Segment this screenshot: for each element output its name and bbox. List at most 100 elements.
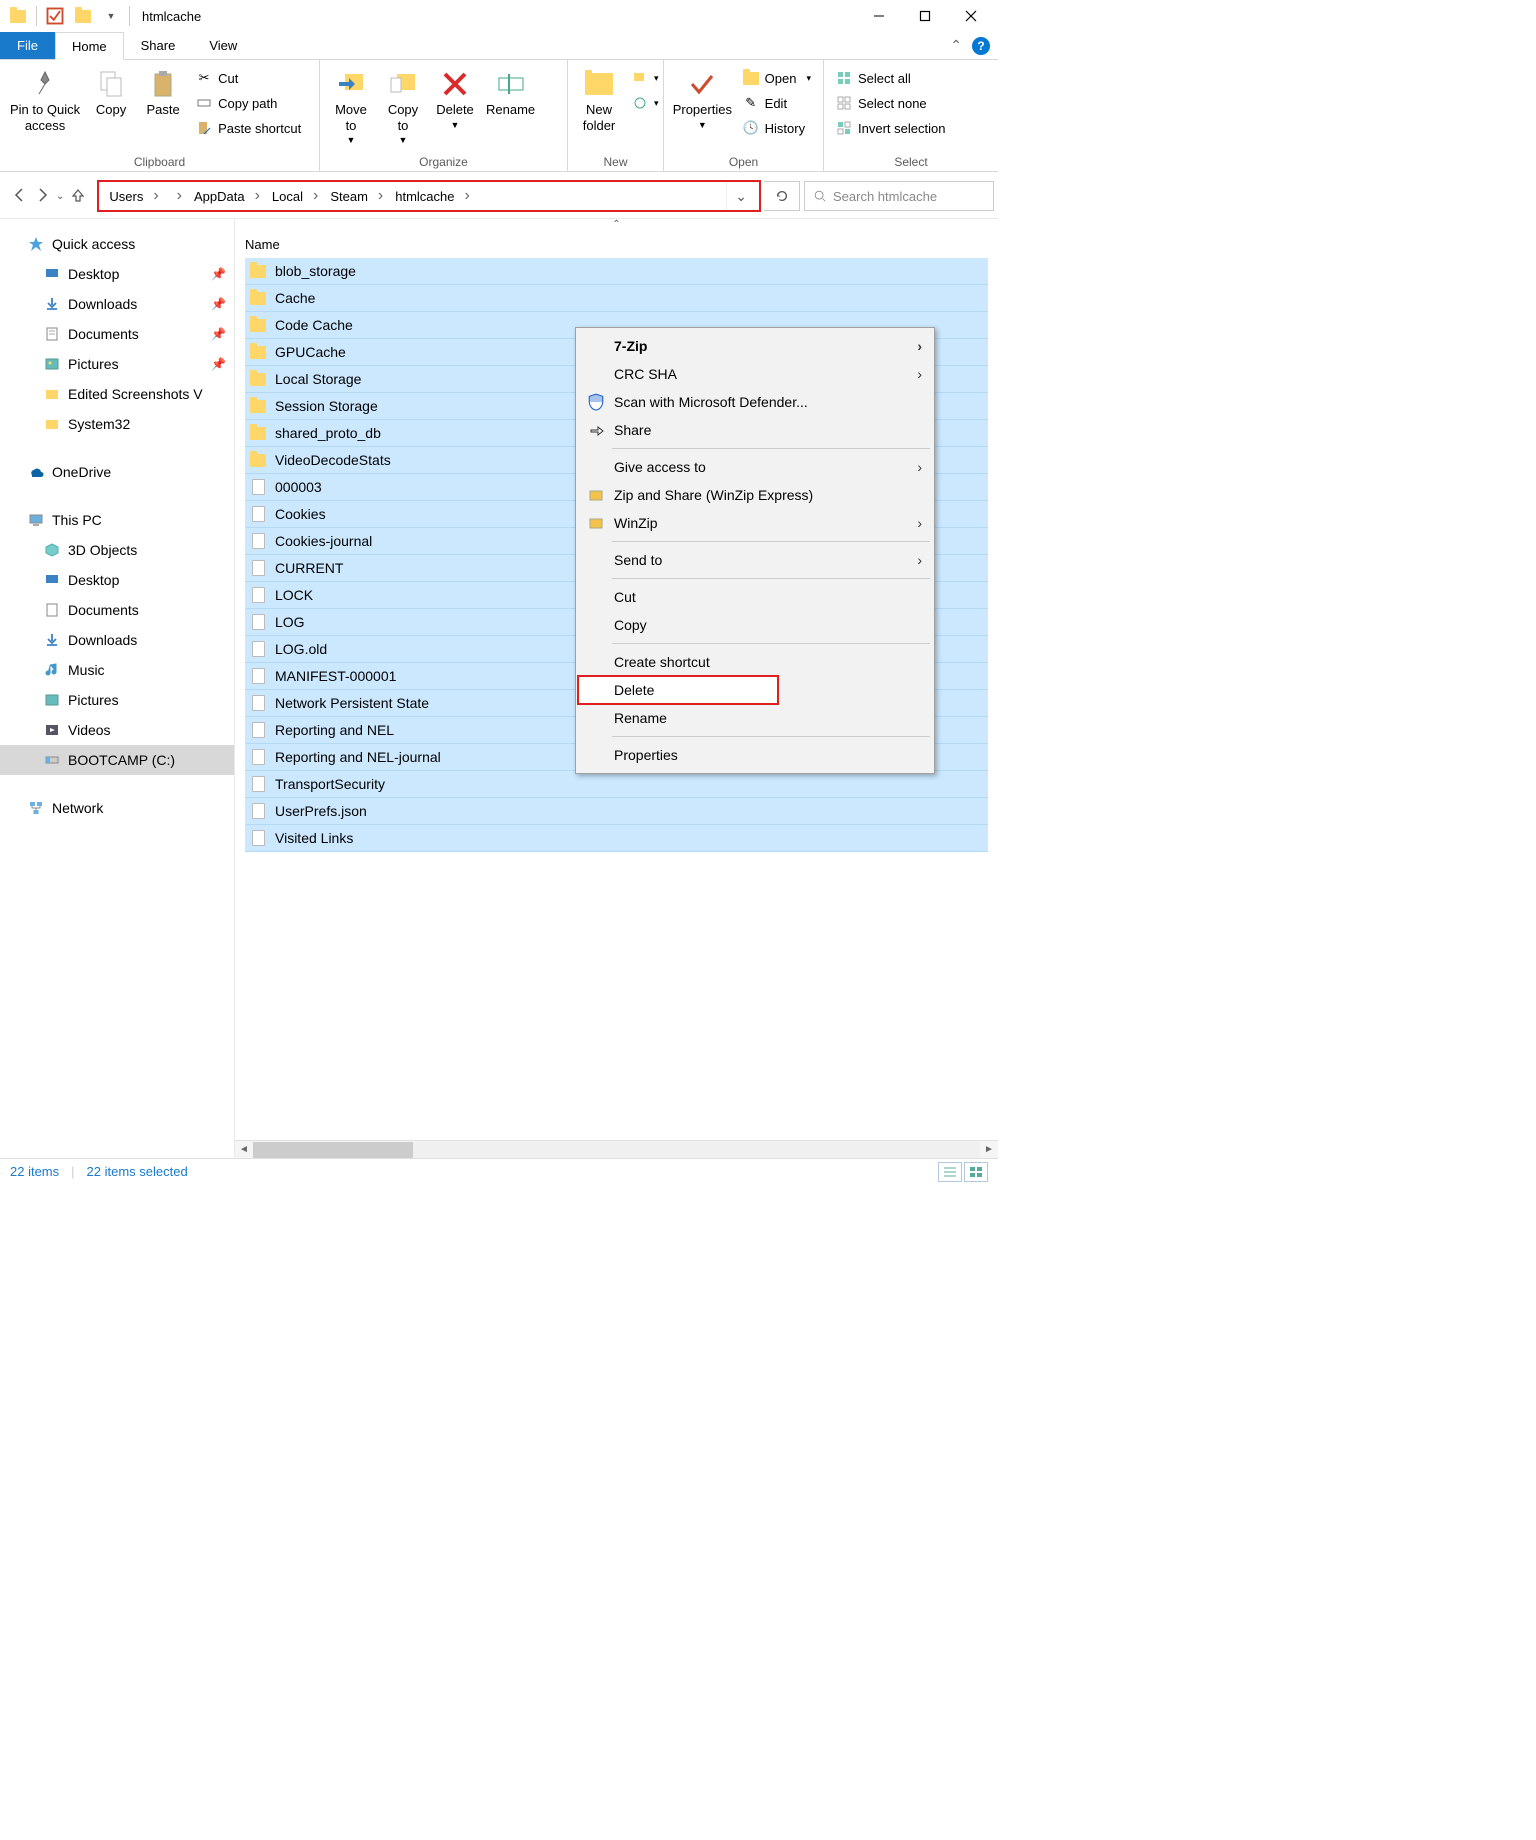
help-icon[interactable]: ?	[972, 37, 990, 55]
cm-zip-share[interactable]: Zip and Share (WinZip Express)	[578, 481, 932, 509]
cm-cut[interactable]: Cut	[578, 583, 932, 611]
cm-defender[interactable]: Scan with Microsoft Defender...	[578, 388, 932, 416]
breadcrumb[interactable]: Users AppDataLocalSteamhtmlcache ⌄	[98, 181, 760, 211]
breadcrumb-segment[interactable]: htmlcache	[389, 182, 476, 210]
copy-to-button[interactable]: Copy to▼	[378, 66, 428, 148]
tab-share[interactable]: Share	[124, 32, 193, 59]
qat-properties-icon[interactable]	[45, 6, 65, 26]
view-large-icons-button[interactable]	[964, 1162, 988, 1182]
sidebar-item[interactable]: Documents	[0, 595, 234, 625]
breadcrumb-segment[interactable]: Steam	[324, 182, 389, 210]
cm-copy[interactable]: Copy	[578, 611, 932, 639]
sidebar-item[interactable]: Edited Screenshots V	[0, 379, 234, 409]
sidebar-this-pc[interactable]: This PC	[0, 505, 234, 535]
sidebar-item[interactable]: BOOTCAMP (C:)	[0, 745, 234, 775]
file-row[interactable]: TransportSecurity	[245, 771, 988, 798]
easy-access-button[interactable]: ▾	[626, 91, 665, 115]
sidebar-item[interactable]: System32	[0, 409, 234, 439]
tab-home[interactable]: Home	[55, 32, 124, 60]
file-name: UserPrefs.json	[275, 803, 367, 819]
breadcrumb-segment[interactable]: Local	[266, 182, 324, 210]
maximize-button[interactable]	[902, 0, 948, 32]
paste-button[interactable]: Paste	[138, 66, 188, 120]
sidebar-item[interactable]: Desktop📌	[0, 259, 234, 289]
cm-winzip[interactable]: WinZip›	[578, 509, 932, 537]
pin-quick-access-button[interactable]: Pin to Quick access	[6, 66, 84, 135]
sidebar-onedrive[interactable]: OneDrive	[0, 457, 234, 487]
select-none-button[interactable]: Select none	[830, 91, 951, 115]
column-headers[interactable]: Name	[235, 233, 998, 258]
back-button[interactable]	[12, 187, 28, 206]
sidebar-item[interactable]: Desktop	[0, 565, 234, 595]
cut-button[interactable]: ✂Cut	[190, 66, 307, 90]
file-row[interactable]: Visited Links	[245, 825, 988, 852]
cm-send-to[interactable]: Send to›	[578, 546, 932, 574]
move-to-button[interactable]: Move to▼	[326, 66, 376, 148]
invert-selection-button[interactable]: Invert selection	[830, 116, 951, 140]
sidebar-item[interactable]: 3D Objects	[0, 535, 234, 565]
file-row[interactable]: blob_storage	[245, 258, 988, 285]
sidebar-item[interactable]: Music	[0, 655, 234, 685]
tab-view[interactable]: View	[192, 32, 254, 59]
paste-shortcut-button[interactable]: Paste shortcut	[190, 116, 307, 140]
tab-file[interactable]: File	[0, 32, 55, 59]
sidebar-item[interactable]: Documents📌	[0, 319, 234, 349]
file-icon	[249, 829, 267, 847]
select-all-button[interactable]: Select all	[830, 66, 951, 90]
cm-crc-sha[interactable]: CRC SHA›	[578, 360, 932, 388]
horizontal-scrollbar[interactable]: ◄ ►	[235, 1140, 998, 1158]
qat-folder-icon[interactable]	[73, 6, 93, 26]
cm-delete[interactable]: Delete	[578, 676, 778, 704]
shield-icon	[586, 392, 606, 412]
edit-button[interactable]: ✎Edit	[737, 91, 817, 115]
copypath-icon	[196, 95, 212, 111]
new-item-button[interactable]: ▾	[626, 66, 665, 90]
forward-button[interactable]	[34, 187, 50, 206]
file-row[interactable]: Cache	[245, 285, 988, 312]
properties-button[interactable]: Properties▼	[670, 66, 735, 132]
sidebar-item[interactable]: Videos	[0, 715, 234, 745]
sidebar-item[interactable]: Pictures📌	[0, 349, 234, 379]
view-details-button[interactable]	[938, 1162, 962, 1182]
collapse-ribbon-icon[interactable]: ⌃	[950, 37, 962, 54]
sidebar-item[interactable]: Downloads📌	[0, 289, 234, 319]
cm-7zip[interactable]: 7-Zip›	[578, 332, 932, 360]
cm-create-shortcut[interactable]: Create shortcut	[578, 648, 932, 676]
cm-rename[interactable]: Rename	[578, 704, 932, 732]
sidebar-item[interactable]: Pictures	[0, 685, 234, 715]
breadcrumb-segment[interactable]: AppData	[188, 182, 266, 210]
cm-properties[interactable]: Properties	[578, 741, 932, 769]
up-button[interactable]	[70, 187, 86, 206]
column-name[interactable]: Name	[245, 237, 625, 252]
sidebar-item[interactable]: Downloads	[0, 625, 234, 655]
breadcrumb-segment[interactable]: Users	[103, 182, 164, 210]
file-row[interactable]: UserPrefs.json	[245, 798, 988, 825]
scroll-right-icon[interactable]: ►	[980, 1144, 998, 1155]
cm-share[interactable]: Share	[578, 416, 932, 444]
close-button[interactable]	[948, 0, 994, 32]
new-folder-button[interactable]: New folder	[574, 66, 624, 135]
file-icon	[249, 640, 267, 658]
breadcrumb-dropdown-icon[interactable]: ⌄	[726, 182, 755, 210]
sidebar-network[interactable]: Network	[0, 793, 234, 823]
collapse-ribbon-hint-icon[interactable]: ⌃	[235, 219, 998, 233]
recent-dropdown[interactable]: ⌄	[56, 191, 64, 202]
scroll-thumb[interactable]	[253, 1142, 413, 1158]
copy-button[interactable]: Copy	[86, 66, 136, 120]
delete-button[interactable]: Delete▼	[430, 66, 480, 132]
refresh-button[interactable]	[764, 181, 800, 211]
copy-path-button[interactable]: Copy path	[190, 91, 307, 115]
navigation-pane[interactable]: Quick access Desktop📌Downloads📌Documents…	[0, 219, 234, 1158]
folder-icon	[249, 397, 267, 415]
cm-give-access[interactable]: Give access to›	[578, 453, 932, 481]
scroll-left-icon[interactable]: ◄	[235, 1144, 253, 1155]
qat-dropdown-icon[interactable]: ▼	[101, 6, 121, 26]
open-button[interactable]: Open▾	[737, 66, 817, 90]
search-input[interactable]: Search htmlcache	[804, 181, 994, 211]
minimize-button[interactable]	[856, 0, 902, 32]
sidebar-quick-access[interactable]: Quick access	[0, 229, 234, 259]
rename-button[interactable]: Rename	[482, 66, 539, 120]
breadcrumb-segment[interactable]	[165, 182, 188, 210]
history-button[interactable]: 🕓History	[737, 116, 817, 140]
pin-icon: 📌	[211, 297, 226, 311]
